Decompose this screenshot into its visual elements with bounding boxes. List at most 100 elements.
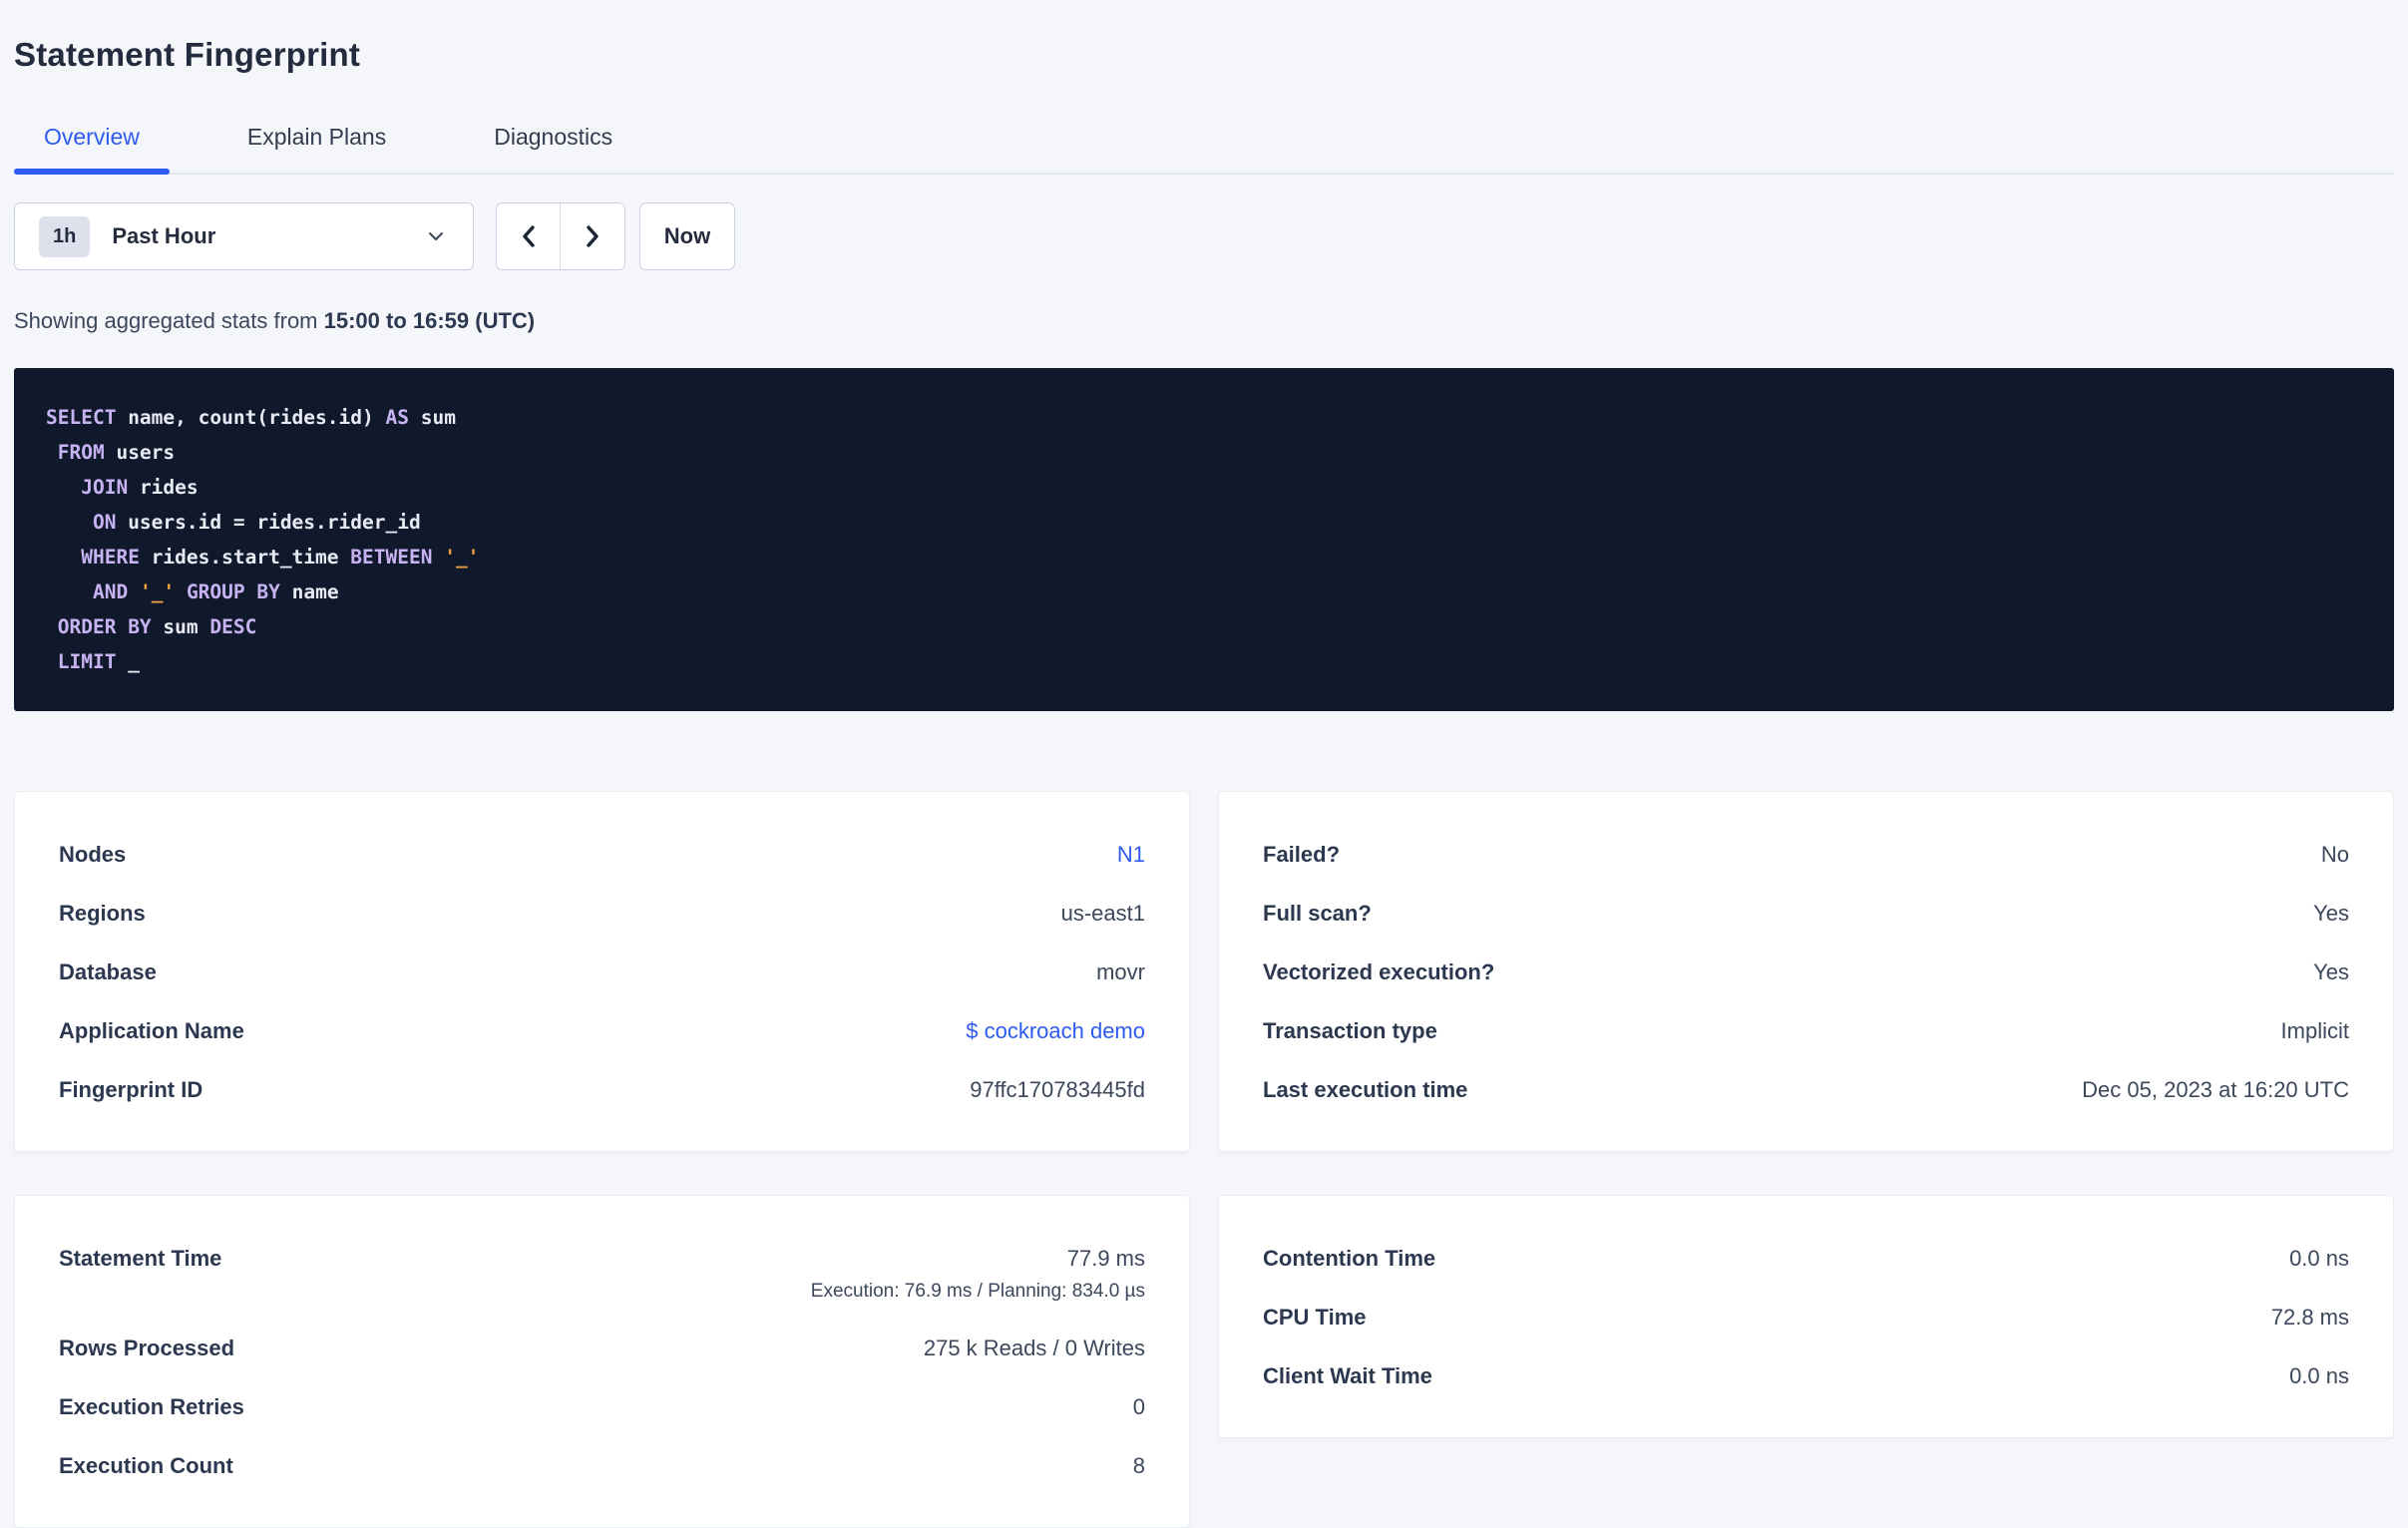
info-row-full-scan: Full scan? Yes bbox=[1263, 901, 2349, 927]
sql-line: ORDER BY sum DESC bbox=[46, 609, 2362, 644]
sql-text: _ bbox=[116, 650, 140, 673]
next-interval-button[interactable] bbox=[561, 203, 624, 269]
sql-keyword: SELECT bbox=[46, 406, 117, 429]
sql-text: users.id = rides.rider_id bbox=[116, 511, 421, 534]
info-label: Full scan? bbox=[1263, 901, 1372, 926]
time-interval-label: Past Hour bbox=[112, 223, 216, 248]
info-value-wrap: Dec 05, 2023 at 16:20 UTC bbox=[2082, 1077, 2349, 1103]
info-value-wrap: 0.0 ns bbox=[2289, 1246, 2349, 1272]
tab-overview[interactable]: Overview bbox=[14, 114, 170, 175]
info-row-fingerprint-id: Fingerprint ID 97ffc170783445fd bbox=[59, 1077, 1145, 1103]
info-label: Last execution time bbox=[1263, 1077, 1468, 1102]
sql-text: name bbox=[279, 580, 339, 603]
info-label: Client Wait Time bbox=[1263, 1363, 1432, 1388]
stats-note-prefix: Showing aggregated stats from bbox=[14, 308, 324, 333]
info-label: Contention Time bbox=[1263, 1246, 1436, 1271]
sql-text: rides bbox=[128, 476, 199, 499]
sql-line: WHERE rides.start_time BETWEEN '_' bbox=[46, 540, 2362, 574]
time-interval-dropdown[interactable]: 1h Past Hour bbox=[14, 202, 474, 270]
info-label: Rows Processed bbox=[59, 1336, 235, 1360]
now-button[interactable]: Now bbox=[639, 202, 735, 270]
info-row-vectorized-execution: Vectorized execution? Yes bbox=[1263, 959, 2349, 985]
chevron-left-icon bbox=[522, 225, 535, 247]
info-value-wrap: Implicit bbox=[2281, 1018, 2349, 1044]
info-value-wrap: 97ffc170783445fd bbox=[970, 1077, 1145, 1103]
info-value-wrap: $ cockroach demo bbox=[966, 1018, 1145, 1044]
info-row-nodes: Nodes N1 bbox=[59, 842, 1145, 868]
sql-keyword: BETWEEN bbox=[350, 546, 433, 569]
sql-text: sum bbox=[408, 406, 456, 429]
info-row-rows-processed: Rows Processed 275 k Reads / 0 Writes bbox=[59, 1336, 1145, 1361]
sql-string-literal: '_' bbox=[139, 580, 176, 603]
info-row-contention-time: Contention Time 0.0 ns bbox=[1263, 1246, 2349, 1272]
info-value: Yes bbox=[2313, 901, 2349, 926]
info-value: movr bbox=[1096, 959, 1145, 984]
info-row-database: Database movr bbox=[59, 959, 1145, 985]
info-value-wrap: 77.9 ms Execution: 76.9 ms / Planning: 83… bbox=[811, 1246, 1145, 1303]
time-step-buttons bbox=[496, 202, 625, 270]
info-label: Execution Count bbox=[59, 1453, 233, 1478]
sql-keyword: GROUP BY bbox=[186, 580, 280, 603]
sql-text: sum bbox=[151, 615, 210, 638]
info-value: us-east1 bbox=[1060, 901, 1145, 926]
info-row-execution-count: Execution Count 8 bbox=[59, 1453, 1145, 1479]
info-label: Application Name bbox=[59, 1018, 244, 1043]
execution-attributes-card: Failed? No Full scan? Yes Vectorized executi… bbox=[1218, 791, 2394, 1152]
info-label: Transaction type bbox=[1263, 1018, 1437, 1043]
info-row-regions: Regions us-east1 bbox=[59, 901, 1145, 927]
page-title: Statement Fingerprint bbox=[14, 36, 361, 73]
info-value: 0.0 ns bbox=[2289, 1363, 2349, 1388]
info-value: Yes bbox=[2313, 959, 2349, 984]
info-row-last-execution-time: Last execution time Dec 05, 2023 at 16:20… bbox=[1263, 1077, 2349, 1103]
info-value-wrap: Yes bbox=[2313, 901, 2349, 927]
info-value-wrap: No bbox=[2321, 842, 2349, 868]
info-row-cpu-time: CPU Time 72.8 ms bbox=[1263, 1305, 2349, 1331]
sql-text: rides.start_time bbox=[139, 546, 351, 569]
info-value: 0.0 ns bbox=[2289, 1246, 2349, 1271]
info-value-wrap: us-east1 bbox=[1061, 901, 1145, 927]
tab-diagnostics[interactable]: Diagnostics bbox=[464, 114, 642, 173]
info-value-link[interactable]: $ cockroach demo bbox=[966, 1018, 1145, 1044]
info-value-wrap: movr bbox=[1096, 959, 1145, 985]
info-label: Failed? bbox=[1263, 842, 1341, 867]
info-value-wrap: Yes bbox=[2313, 959, 2349, 985]
info-label: Vectorized execution? bbox=[1263, 959, 1495, 984]
info-value-detail: Execution: 76.9 ms / Planning: 834.0 µs bbox=[810, 1281, 1145, 1302]
info-value-link[interactable]: N1 bbox=[1117, 842, 1145, 868]
sql-keyword: DESC bbox=[209, 615, 257, 638]
info-label: Statement Time bbox=[59, 1246, 222, 1271]
sql-keyword: LIMIT bbox=[57, 650, 117, 673]
sql-text: name, count(rides.id) bbox=[116, 406, 386, 429]
sql-keyword: WHERE bbox=[81, 546, 140, 569]
info-value: 275 k Reads / 0 Writes bbox=[923, 1336, 1145, 1360]
info-value-wrap: N1 bbox=[1117, 842, 1145, 868]
summary-cards-grid: Nodes N1 Regions us-east1 Database movr Applic… bbox=[14, 791, 2394, 1528]
sql-keyword: JOIN bbox=[81, 476, 129, 499]
info-value-wrap: 0 bbox=[1133, 1394, 1145, 1420]
sql-keyword: ON bbox=[92, 511, 117, 534]
info-label: Regions bbox=[59, 901, 146, 926]
sql-string-literal: '_' bbox=[444, 546, 480, 569]
info-value: 77.9 ms bbox=[1066, 1246, 1145, 1271]
sql-text: users bbox=[104, 441, 176, 464]
info-value: Dec 05, 2023 at 16:20 UTC bbox=[2082, 1077, 2349, 1102]
statement-fingerprint-page: Statement Fingerprint Overview Explain Pl… bbox=[0, 0, 2408, 1528]
previous-interval-button[interactable] bbox=[497, 203, 561, 269]
tab-explain-plans[interactable]: Explain Plans bbox=[217, 114, 416, 173]
aggregated-stats-note: Showing aggregated stats from 15:00 to 1… bbox=[14, 308, 2394, 334]
info-row-application-name: Application Name $ cockroach demo bbox=[59, 1018, 1145, 1044]
sql-line: AND '_' GROUP BY name bbox=[46, 574, 2362, 609]
statement-details-card: Nodes N1 Regions us-east1 Database movr Applic… bbox=[14, 791, 1190, 1152]
sql-line: LIMIT _ bbox=[46, 644, 2362, 679]
sql-keyword: ORDER BY bbox=[57, 615, 152, 638]
info-row-statement-time: Statement Time 77.9 ms Execution: 76.9 ms … bbox=[59, 1246, 1145, 1303]
info-row-client-wait-time: Client Wait Time 0.0 ns bbox=[1263, 1363, 2349, 1389]
